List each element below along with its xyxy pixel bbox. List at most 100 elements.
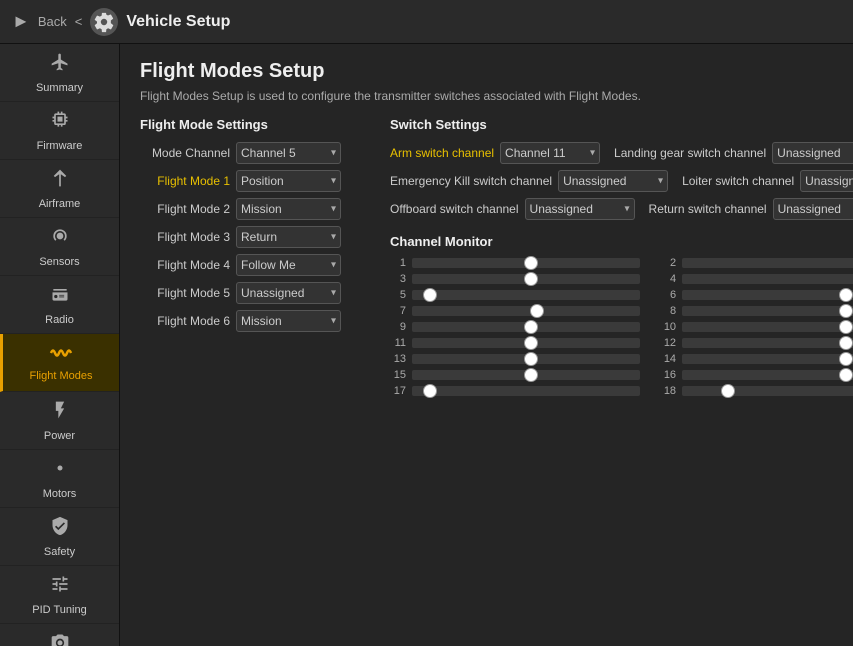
settings-columns: Flight Mode Settings Mode Channel Channe… (140, 117, 833, 397)
sidebar-item-camera[interactable]: Camera (0, 624, 119, 646)
channel-row-14: 14 (660, 353, 853, 365)
channel-number-13: 13 (390, 353, 406, 365)
channel-number-5: 5 (390, 289, 406, 301)
motors-icon (50, 458, 70, 484)
arm-switch-select[interactable]: Channel 11 (500, 142, 600, 164)
sidebar-item-power[interactable]: Power (0, 392, 119, 450)
channel-grid: 123456789101112131415161718 (390, 257, 853, 397)
channel-indicator-3 (524, 272, 538, 286)
channel-bar-7 (412, 306, 640, 316)
channel-indicator-6 (839, 288, 853, 302)
channel-indicator-13 (524, 352, 538, 366)
channel-bar-12 (682, 338, 853, 348)
flight-mode-1-select[interactable]: Position (236, 170, 341, 192)
channel-number-16: 16 (660, 369, 676, 381)
channel-number-9: 9 (390, 321, 406, 333)
emergency-kill-select[interactable]: Unassigned (558, 170, 668, 192)
emergency-kill-select-wrapper: Unassigned (558, 170, 668, 192)
channel-bar-5 (412, 290, 640, 300)
channel-number-18: 18 (660, 385, 676, 397)
channel-indicator-1 (524, 256, 538, 270)
plane-icon (50, 52, 70, 78)
content-area: Flight Modes Setup Flight Modes Setup is… (120, 44, 853, 646)
flight-mode-settings: Flight Mode Settings Mode Channel Channe… (140, 117, 360, 397)
channel-row-11: 11 (390, 337, 640, 349)
sidebar-item-radio[interactable]: Radio (0, 276, 119, 334)
back-button[interactable]: Back (38, 14, 67, 29)
return-select[interactable]: Unassigned (773, 198, 853, 220)
channel-indicator-17 (423, 384, 437, 398)
sidebar-item-firmware-label: Firmware (37, 140, 83, 152)
arm-switch-select-wrapper: Channel 11 (500, 142, 600, 164)
channel-row-3: 3 (390, 273, 640, 285)
page-title: Flight Modes Setup (140, 60, 833, 83)
channel-row-10: 10 (660, 321, 853, 333)
channel-indicator-11 (524, 336, 538, 350)
emergency-kill-label: Emergency Kill switch channel (390, 174, 552, 188)
flight-mode-6-select[interactable]: Mission (236, 310, 341, 332)
flight-mode-2-row: Flight Mode 2 Mission (140, 198, 360, 220)
arm-switch-label: Arm switch channel (390, 146, 494, 160)
loiter-select[interactable]: Unassigned (800, 170, 853, 192)
flight-mode-3-label: Flight Mode 3 (140, 230, 230, 244)
flight-mode-5-label: Flight Mode 5 (140, 286, 230, 300)
channel-bar-18 (682, 386, 853, 396)
flight-mode-4-select[interactable]: Follow Me (236, 254, 341, 276)
sidebar-item-pid-tuning[interactable]: PID Tuning (0, 566, 119, 624)
sidebar-item-sensors[interactable]: Sensors (0, 218, 119, 276)
flight-mode-5-select[interactable]: Unassigned (236, 282, 341, 304)
flight-mode-2-label: Flight Mode 2 (140, 202, 230, 216)
channel-number-15: 15 (390, 369, 406, 381)
flight-mode-2-select[interactable]: Mission (236, 198, 341, 220)
channel-row-2: 2 (660, 257, 853, 269)
mode-channel-select[interactable]: Channel 5 (236, 142, 341, 164)
sidebar-item-summary[interactable]: Summary (0, 44, 119, 102)
flight-mode-6-label: Flight Mode 6 (140, 314, 230, 328)
sidebar-item-safety[interactable]: Safety (0, 508, 119, 566)
channel-number-10: 10 (660, 321, 676, 333)
flight-mode-1-label: Flight Mode 1 (140, 174, 230, 188)
page-description: Flight Modes Setup is used to configure … (140, 89, 833, 103)
flight-mode-5-select-wrapper: Unassigned (236, 282, 341, 304)
flight-mode-4-row: Flight Mode 4 Follow Me (140, 254, 360, 276)
channel-row-18: 18 (660, 385, 853, 397)
sidebar-item-pid-tuning-label: PID Tuning (32, 604, 86, 616)
channel-bar-1 (412, 258, 640, 268)
channel-indicator-14 (839, 352, 853, 366)
channel-row-4: 4 (660, 273, 853, 285)
channel-row-7: 7 (390, 305, 640, 317)
sidebar-item-summary-label: Summary (36, 82, 83, 94)
sidebar-item-firmware[interactable]: Firmware (0, 102, 119, 160)
mode-channel-row: Mode Channel Channel 5 (140, 142, 360, 164)
offboard-select[interactable]: Unassigned (525, 198, 635, 220)
sensor-icon (50, 226, 70, 252)
channel-bar-2 (682, 258, 853, 268)
flight-mode-3-row: Flight Mode 3 Return (140, 226, 360, 248)
channel-indicator-15 (524, 368, 538, 382)
switch-row-2: Emergency Kill switch channel Unassigned… (390, 170, 853, 192)
pid-icon (50, 574, 70, 600)
sidebar-item-motors-label: Motors (43, 488, 77, 500)
flight-mode-2-select-wrapper: Mission (236, 198, 341, 220)
topbar-separator: < (75, 14, 83, 29)
channel-row-17: 17 (390, 385, 640, 397)
sidebar-item-flight-modes[interactable]: Flight Modes (0, 334, 119, 392)
flight-mode-4-label: Flight Mode 4 (140, 258, 230, 272)
vehicle-setup-icon (90, 8, 118, 36)
sidebar-item-airframe[interactable]: Airframe (0, 160, 119, 218)
loiter-label: Loiter switch channel (682, 174, 794, 188)
sidebar-item-motors[interactable]: Motors (0, 450, 119, 508)
channel-row-12: 12 (660, 337, 853, 349)
channel-bar-17 (412, 386, 640, 396)
landing-gear-label: Landing gear switch channel (614, 146, 766, 160)
flight-mode-3-select[interactable]: Return (236, 226, 341, 248)
sidebar-item-safety-label: Safety (44, 546, 75, 558)
channel-indicator-12 (839, 336, 853, 350)
channel-number-11: 11 (390, 337, 406, 349)
chip-icon (50, 110, 70, 136)
channel-number-3: 3 (390, 273, 406, 285)
landing-gear-select[interactable]: Unassigned (772, 142, 853, 164)
channel-bar-9 (412, 322, 640, 332)
return-sub: Return switch channel Unassigned (649, 198, 853, 220)
channel-number-1: 1 (390, 257, 406, 269)
